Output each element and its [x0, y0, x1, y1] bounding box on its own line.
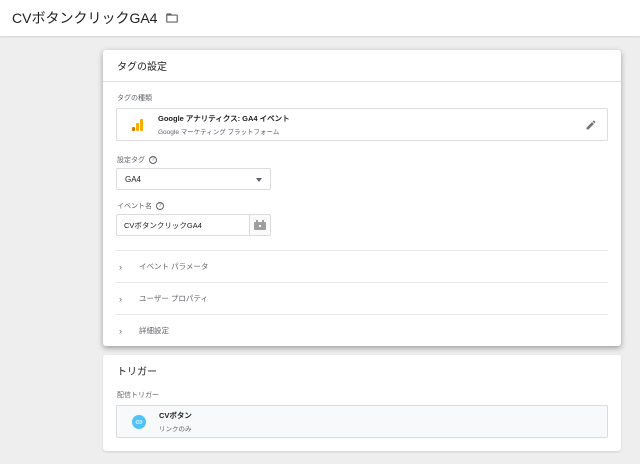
- tag-configuration-card[interactable]: タグの設定 タグの種類 Google アナリティクス: GA4 イベント Goo…: [103, 50, 621, 346]
- help-icon[interactable]: ?: [156, 202, 164, 210]
- triggering-card[interactable]: トリガー 配信トリガー CVボタン リンクのみ: [103, 355, 621, 451]
- tag-title[interactable]: CVボタンクリックGA4: [12, 8, 157, 28]
- event-name-input[interactable]: CVボタンクリックGA4: [116, 214, 270, 236]
- trigger-item[interactable]: CVボタン リンクのみ: [116, 405, 608, 438]
- link-icon: [132, 414, 146, 429]
- trigger-name: CVボタン: [159, 411, 192, 420]
- help-icon[interactable]: ?: [149, 156, 157, 164]
- event-name-value: CVボタンクリックGA4: [124, 220, 202, 230]
- config-tag-label-text: 設定タグ: [117, 157, 145, 164]
- chevron-right-icon: ›: [119, 293, 122, 304]
- folder-icon[interactable]: [165, 11, 179, 25]
- event-name-label: イベント名 ?: [117, 201, 164, 211]
- chevron-right-icon: ›: [119, 261, 122, 272]
- top-bar: CVボタンクリックGA4: [0, 0, 640, 36]
- google-analytics-icon: [131, 118, 145, 132]
- config-tag-value: GA4: [125, 174, 142, 184]
- trigger-type: リンクのみ: [159, 426, 192, 433]
- tag-type-label: タグの種類: [117, 95, 152, 102]
- section-label: イベント パラメータ: [139, 262, 209, 271]
- section-label: ユーザー プロパティ: [139, 294, 208, 303]
- event-name-label-text: イベント名: [117, 203, 152, 210]
- section-advanced-settings[interactable]: › 詳細設定: [116, 314, 608, 346]
- tag-configuration-heading: タグの設定: [103, 50, 621, 82]
- firing-triggers-label: 配信トリガー: [117, 392, 159, 399]
- variable-icon: [254, 220, 266, 230]
- variable-picker-button[interactable]: [249, 214, 271, 236]
- chevron-down-icon: [256, 178, 262, 182]
- section-user-properties[interactable]: › ユーザー プロパティ: [116, 282, 608, 314]
- config-tag-label: 設定タグ ?: [117, 155, 157, 165]
- tag-type-box[interactable]: Google アナリティクス: GA4 イベント Google マーケティング …: [116, 108, 608, 141]
- section-label: 詳細設定: [139, 326, 169, 335]
- triggering-heading: トリガー: [117, 366, 157, 378]
- tag-type-platform: Google マーケティング プラットフォーム: [158, 129, 280, 136]
- edit-pencil-icon[interactable]: [585, 119, 597, 131]
- section-event-parameters[interactable]: › イベント パラメータ: [116, 250, 608, 282]
- chevron-right-icon: ›: [119, 325, 122, 336]
- config-tag-select[interactable]: GA4: [116, 168, 271, 190]
- tag-type-name: Google アナリティクス: GA4 イベント: [158, 114, 290, 123]
